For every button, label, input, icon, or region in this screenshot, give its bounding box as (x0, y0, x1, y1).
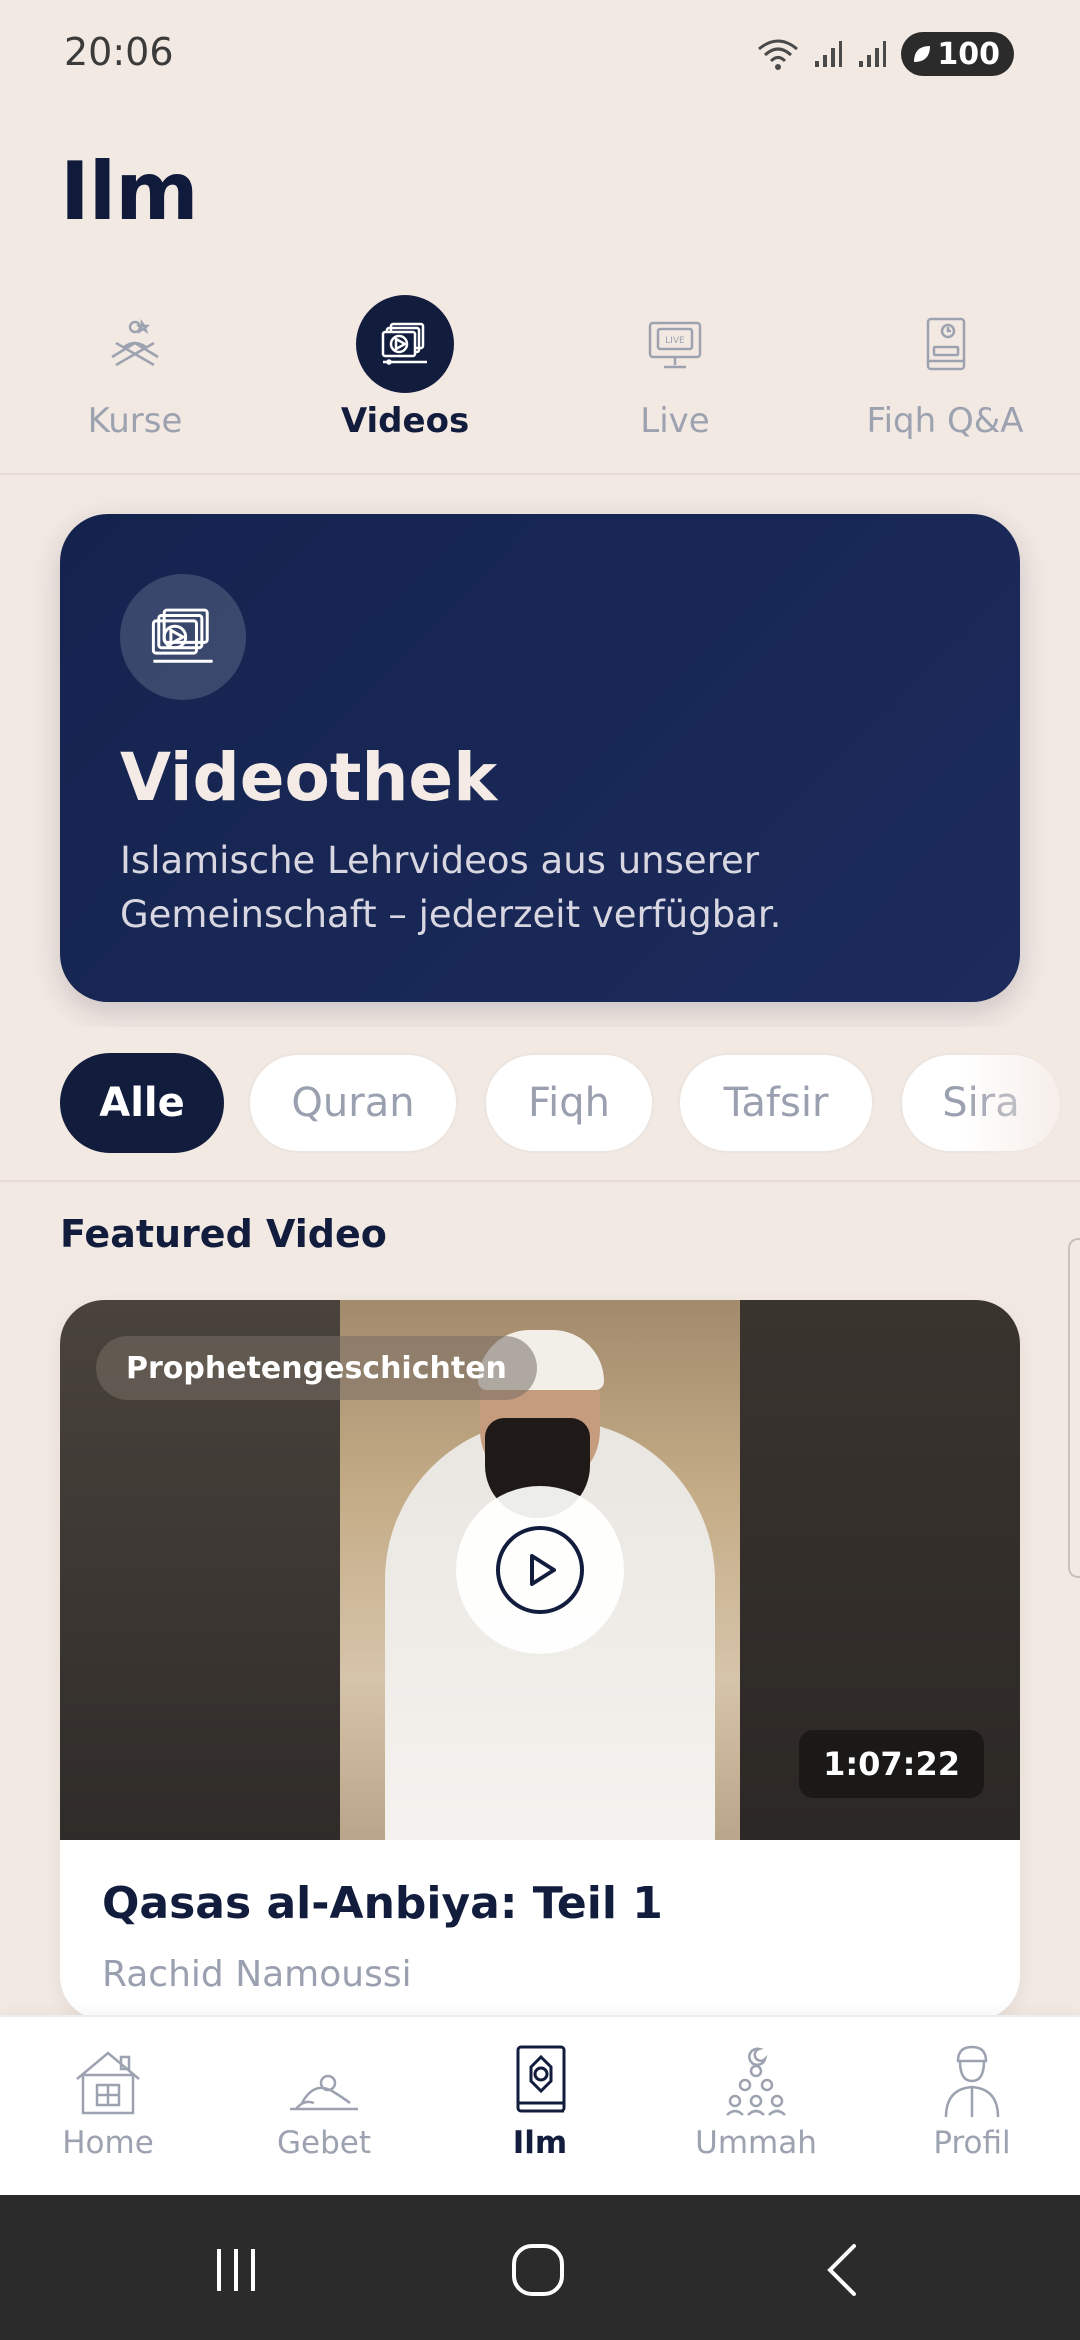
video-thumbnail[interactable]: Prophetengeschichten 1:07:22 (60, 1300, 1020, 1840)
section-title-featured: Featured Video (60, 1212, 387, 1256)
tab-label: Live (640, 401, 710, 441)
battery-indicator: 100 (901, 32, 1014, 76)
svg-text:LIVE: LIVE (665, 336, 685, 346)
live-tv-icon: LIVE (626, 295, 724, 393)
nav-label: Profil (933, 2125, 1011, 2161)
nav-label: Ummah (695, 2125, 817, 2161)
filter-chip-alle[interactable]: Alle (60, 1053, 224, 1153)
profile-icon (864, 2039, 1080, 2119)
back-chevron-icon (827, 2244, 856, 2296)
video-author: Rachid Namoussi (102, 1954, 412, 1995)
leaf-icon (914, 46, 931, 62)
nav-label: Gebet (277, 2125, 371, 2161)
top-tabs: Kurse Videos LIVE Live Fiqh Q&A (0, 295, 1080, 475)
page-title: Ilm (60, 145, 199, 238)
quran-stand-icon (86, 295, 184, 393)
tab-label: Videos (340, 401, 470, 441)
video-library-icon (356, 295, 454, 393)
recent-apps-button[interactable] (196, 2235, 276, 2305)
home-button[interactable] (498, 2235, 578, 2305)
play-icon (496, 1526, 584, 1614)
filter-chip-tafsir[interactable]: Tafsir (678, 1053, 874, 1153)
tab-videos[interactable]: Videos (270, 295, 540, 465)
back-button[interactable] (802, 2235, 882, 2305)
nav-ilm[interactable]: Ilm (432, 2039, 648, 2189)
system-navigation-bar (0, 2195, 1080, 2340)
house-icon (0, 2039, 216, 2119)
nav-label: Ilm (512, 2125, 568, 2161)
filter-chip-fiqh[interactable]: Fiqh (484, 1053, 654, 1153)
battery-level: 100 (937, 36, 1000, 72)
signal-icon-2 (859, 41, 887, 67)
nav-home[interactable]: Home (0, 2039, 216, 2189)
play-button[interactable] (456, 1486, 624, 1654)
tab-live[interactable]: LIVE Live (540, 295, 810, 465)
nav-profil[interactable]: Profil (864, 2039, 1080, 2189)
wifi-icon (758, 39, 799, 70)
category-badge: Prophetengeschichten (96, 1336, 537, 1400)
recent-apps-icon (217, 2249, 255, 2291)
bottom-navigation: Home Gebet Ilm Ummah Profil (0, 2015, 1080, 2195)
duration-badge: 1:07:22 (799, 1730, 984, 1798)
scroll-indicator[interactable] (1068, 1238, 1080, 1578)
signal-icon (815, 41, 843, 67)
videothek-hero-card: Videothek Islamische Lehrvideos aus unse… (60, 514, 1020, 1002)
category-filter-bar: Alle Quran Fiqh Tafsir Sira (0, 1027, 1080, 1182)
tab-label: Kurse (87, 401, 183, 441)
filter-chip-sira[interactable]: Sira (900, 1053, 1062, 1153)
nav-label: Home (62, 2125, 154, 2161)
tab-kurse[interactable]: Kurse (0, 295, 270, 465)
nav-ummah[interactable]: Ummah (648, 2039, 864, 2189)
status-icons: 100 (757, 32, 1014, 76)
prayer-icon (216, 2039, 432, 2119)
video-library-icon (120, 574, 246, 700)
video-title[interactable]: Qasas al-Anbiya: Teil 1 (102, 1878, 663, 1929)
book-question-icon (896, 295, 994, 393)
status-time: 20:06 (64, 30, 174, 74)
tab-label: Fiqh Q&A (866, 401, 1024, 441)
home-circle-icon (512, 2244, 564, 2296)
nav-gebet[interactable]: Gebet (216, 2039, 432, 2189)
community-icon (648, 2039, 864, 2119)
tab-fiqh-qa[interactable]: Fiqh Q&A (810, 295, 1080, 465)
hero-subtitle: Islamische Lehrvideos aus unserer Gemein… (120, 839, 782, 936)
quran-book-icon (432, 2039, 648, 2119)
filter-chip-quran[interactable]: Quran (248, 1053, 458, 1153)
hero-title: Videothek (120, 739, 498, 816)
featured-video-card[interactable]: Prophetengeschichten 1:07:22 Qasas al-An… (60, 1300, 1020, 2020)
status-bar: 20:06 100 (0, 0, 1080, 110)
